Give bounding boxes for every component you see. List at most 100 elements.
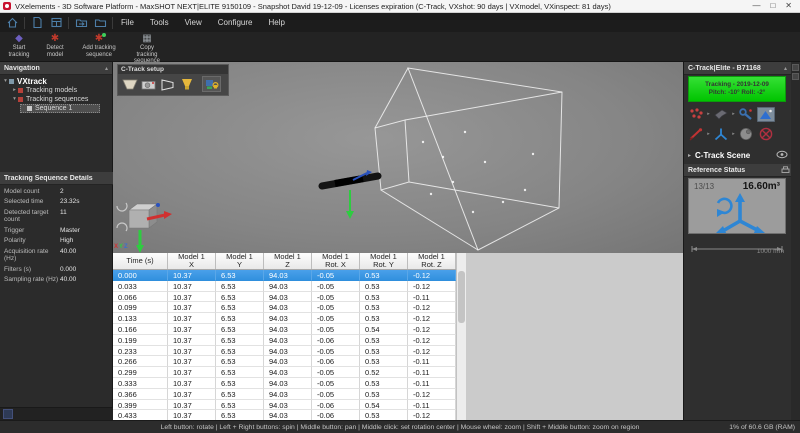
table-cell: 0.53 <box>360 388 408 400</box>
table-row[interactable]: 0.233 10.37 6.53 94.03 -0.05 0.53 -0.12 <box>113 345 456 357</box>
table-cell: -0.06 <box>312 399 360 411</box>
table-row[interactable]: 0.333 10.37 6.53 94.03 -0.05 0.53 -0.11 <box>113 377 456 389</box>
tree-item-tracking-models[interactable]: ▸ Tracking models <box>11 86 112 95</box>
close-button[interactable]: ✕ <box>785 2 792 10</box>
maximize-button[interactable]: □ <box>770 2 775 10</box>
table-cell: 0.433 <box>113 410 168 420</box>
camera-icon[interactable] <box>140 77 157 91</box>
rotate-cw-icon <box>116 202 128 212</box>
locked-camera-icon[interactable] <box>202 76 221 92</box>
table-row[interactable]: 0.433 10.37 6.53 94.03 -0.06 0.53 -0.12 <box>113 410 456 420</box>
new-document-icon[interactable] <box>30 16 44 29</box>
table-scrollbar-thumb[interactable] <box>458 271 465 323</box>
measurement-volume-icon[interactable] <box>121 77 138 91</box>
column-header-model-1-rot-y[interactable]: Model 1 Rot. Y <box>360 253 408 269</box>
column-header-model-1-rot-x[interactable]: Model 1 Rot. X <box>312 253 360 269</box>
table-cell: -0.11 <box>408 291 456 303</box>
table-cell: -0.11 <box>408 356 456 368</box>
table-cell: 0.53 <box>360 345 408 357</box>
dock-tab-icon[interactable] <box>792 73 799 80</box>
menu-file[interactable]: File <box>113 18 142 27</box>
expander-icon[interactable]: ▾ <box>11 96 18 102</box>
menubar-separator <box>68 16 69 29</box>
table-row[interactable]: 0.266 10.37 6.53 94.03 -0.06 0.53 -0.11 <box>113 356 456 368</box>
column-header-model-1-rot-z[interactable]: Model 1 Rot. Z <box>408 253 456 269</box>
table-cell: 0.53 <box>360 313 408 324</box>
tree-item-label: Tracking models <box>26 86 78 94</box>
menu-help[interactable]: Help <box>260 18 292 27</box>
table-row[interactable]: 0.133 10.37 6.53 94.03 -0.05 0.53 -0.12 <box>113 313 456 324</box>
expander-icon[interactable]: ▸ <box>11 87 18 93</box>
column-header-model-1-y[interactable]: Model 1Y <box>216 253 264 269</box>
export-report-icon[interactable] <box>781 161 790 179</box>
targets-icon[interactable] <box>686 106 706 123</box>
table-cell: 6.53 <box>216 367 264 378</box>
collapsed-panel-icon[interactable] <box>3 409 13 419</box>
detail-value: Master <box>60 226 80 234</box>
copy-tracking-sequence-button[interactable]: Copy tracking sequence <box>126 32 168 64</box>
start-tracking-button[interactable]: Start tracking <box>2 32 36 61</box>
model-icon[interactable] <box>711 106 731 123</box>
table-row[interactable]: 0.099 10.37 6.53 94.03 -0.05 0.53 -0.12 <box>113 302 456 314</box>
home-icon[interactable] <box>5 16 19 29</box>
probe-icon[interactable] <box>686 126 706 143</box>
toolbar-button-label: Add tracking sequence <box>82 45 116 58</box>
table-cell: -0.06 <box>312 334 360 346</box>
table-row[interactable]: 0.066 10.37 6.53 94.03 -0.05 0.53 -0.11 <box>113 291 456 303</box>
collapse-navigation-icon[interactable]: ▴ <box>105 65 108 72</box>
dock-tab-icon[interactable] <box>792 64 799 71</box>
triad-icon[interactable] <box>711 126 731 143</box>
menu-configure[interactable]: Configure <box>210 18 261 27</box>
expander-icon[interactable]: ▾ <box>2 78 9 84</box>
image-icon[interactable] <box>756 106 776 123</box>
table-row[interactable]: 0.000 10.37 6.53 94.03 -0.05 0.53 -0.12 <box>113 270 456 281</box>
table-cell: 0.133 <box>113 313 168 324</box>
table-cell: 0.54 <box>360 323 408 335</box>
detail-value: 40.00 <box>60 276 77 283</box>
minimize-button[interactable]: — <box>752 2 760 10</box>
table-row[interactable]: 0.366 10.37 6.53 94.03 -0.05 0.53 -0.12 <box>113 388 456 400</box>
table-row[interactable]: 0.199 10.37 6.53 94.03 -0.06 0.53 -0.12 <box>113 334 456 346</box>
table-cell: 10.37 <box>168 334 216 346</box>
add-tracking-sequence-button[interactable]: Add tracking sequence <box>74 32 124 61</box>
sphere-icon[interactable] <box>736 126 756 143</box>
table-cell: 10.37 <box>168 270 216 281</box>
table-cell: 6.53 <box>216 313 264 324</box>
menubar-separator <box>24 16 25 29</box>
table-cell: -0.12 <box>408 410 456 420</box>
detail-value: 11 <box>60 208 67 216</box>
tree-item-tracking-sequences[interactable]: ▾ Tracking sequences <box>11 95 112 104</box>
menu-view[interactable]: View <box>177 18 210 27</box>
collapse-ctrack-icon[interactable]: ▴ <box>784 65 787 72</box>
import-folder-icon[interactable] <box>74 16 88 29</box>
table-row[interactable]: 0.033 10.37 6.53 94.03 -0.05 0.53 -0.12 <box>113 280 456 292</box>
tracking-status-line2: Pitch: -10° Roll: -2° <box>708 89 766 96</box>
detail-trigger: Trigger Master <box>0 225 113 236</box>
tree-item-sequence-1[interactable]: Sequence 1 <box>20 104 100 113</box>
table-cell: 6.53 <box>216 399 264 411</box>
column-header-time-s[interactable]: Time (s) <box>113 253 168 269</box>
wrench-icon[interactable] <box>736 106 756 123</box>
tree-item-vxtrack[interactable]: ▾ VXtrack <box>2 77 112 86</box>
projector-lamp-icon[interactable] <box>178 77 195 91</box>
menu-tools[interactable]: Tools <box>142 18 177 27</box>
detail-sampling-rate-hz: Sampling rate (Hz) 40.00 <box>0 275 113 286</box>
save-session-icon[interactable] <box>49 16 63 29</box>
table-row[interactable]: 0.299 10.37 6.53 94.03 -0.05 0.52 -0.11 <box>113 367 456 378</box>
table-cell: 0.000 <box>113 270 168 281</box>
table-row[interactable]: 0.166 10.37 6.53 94.03 -0.05 0.54 -0.12 <box>113 323 456 335</box>
table-cell: 94.03 <box>264 356 312 368</box>
detect-model-button[interactable]: Detect model <box>38 32 72 61</box>
side-volume-icon[interactable] <box>159 77 176 91</box>
table-scrollbar[interactable] <box>456 253 466 420</box>
column-header-model-1-x[interactable]: Model 1X <box>168 253 216 269</box>
table-cell: -0.12 <box>408 388 456 400</box>
column-header-model-1-z[interactable]: Model 1Z <box>264 253 312 269</box>
table-row[interactable]: 0.399 10.37 6.53 94.03 -0.06 0.54 -0.11 <box>113 399 456 411</box>
expand-scene-icon[interactable]: ▸ <box>688 152 691 159</box>
table-cell: 0.53 <box>360 280 408 292</box>
3d-viewport[interactable]: C-Track setup XYZ <box>113 62 683 253</box>
fan-icon[interactable] <box>756 126 776 143</box>
export-folder-icon[interactable] <box>93 16 107 29</box>
ctrack-scene-row[interactable]: ▸ C-Track Scene <box>684 148 792 162</box>
